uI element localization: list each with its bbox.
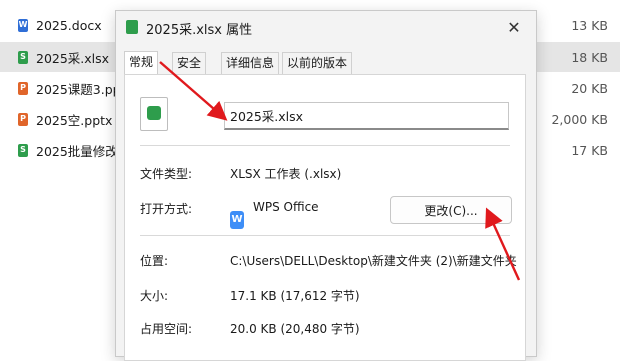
file-size: 13 KB: [571, 17, 608, 33]
xlsx-file-icon: [140, 97, 168, 131]
pptx-icon: P: [18, 112, 28, 126]
tab-general[interactable]: 常规: [124, 51, 159, 75]
file-size: 20 KB: [571, 80, 608, 96]
location-value: C:\Users\DELL\Desktop\新建文件夹 (2)\新建文件夹: [230, 254, 517, 268]
size-value: 17.1 KB (17,612 字节): [230, 289, 360, 303]
divider: [140, 145, 510, 146]
xlsx-icon: S: [18, 50, 28, 64]
file-name: 2025批量修改: [36, 143, 118, 159]
tab-previous-versions[interactable]: 以前的版本: [282, 52, 353, 74]
docx-icon: W: [18, 18, 28, 32]
divider: [140, 235, 510, 236]
size-label: 大小:: [140, 289, 169, 303]
xlsx-icon: S: [18, 143, 28, 157]
change-button[interactable]: 更改(C)...: [390, 196, 512, 224]
file-name: 2025空.pptx: [36, 112, 113, 128]
disk-size-label: 占用空间:: [140, 322, 193, 336]
dialog-title: 2025采.xlsx 属性: [146, 23, 253, 38]
disk-size-value: 20.0 KB (20,480 字节): [230, 322, 360, 336]
file-name: 2025.docx: [36, 17, 102, 33]
file-size: 2,000 KB: [551, 111, 608, 127]
tab-security[interactable]: 安全: [172, 52, 207, 74]
location-label: 位置:: [140, 254, 169, 268]
file-size: 18 KB: [571, 49, 608, 65]
file-name: 2025课题3.ppt: [36, 81, 126, 97]
wps-office-icon: W: [230, 211, 244, 229]
pptx-icon: P: [18, 81, 28, 95]
file-name-field[interactable]: [224, 102, 509, 130]
dialog-titlebar[interactable]: 2025采.xlsx 属性 ✕: [116, 11, 536, 43]
close-icon[interactable]: ✕: [502, 15, 526, 39]
file-type-value: XLSX 工作表 (.xlsx): [230, 167, 342, 181]
file-name: 2025采.xlsx: [36, 50, 110, 66]
general-panel: 文件类型: XLSX 工作表 (.xlsx) 打开方式: W WPS Offic…: [124, 74, 526, 361]
open-with-app: WPS Office: [253, 200, 319, 214]
xlsx-icon: [126, 20, 138, 34]
tab-details[interactable]: 详细信息: [221, 52, 280, 74]
file-size: 17 KB: [571, 142, 608, 158]
open-with-label: 打开方式:: [140, 202, 193, 216]
file-type-label: 文件类型:: [140, 167, 193, 181]
properties-dialog: 2025采.xlsx 属性 ✕ 常规 安全 详细信息 以前的版本 文件类型: X…: [115, 10, 537, 361]
